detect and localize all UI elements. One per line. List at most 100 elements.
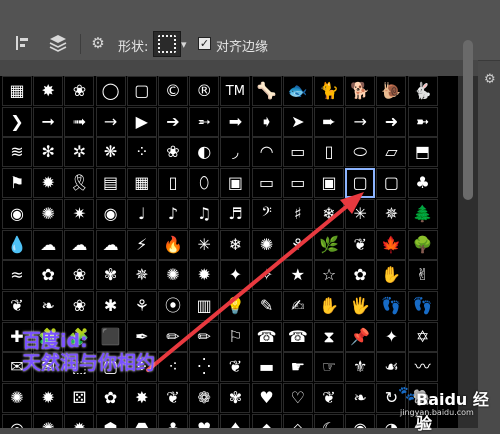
arrange-layers-icon[interactable] (44, 30, 72, 56)
shape-cell[interactable]: 🐇 (407, 76, 438, 106)
shape-cell[interactable]: ◇ (282, 413, 313, 428)
panel-gear-icon[interactable]: ⚙ (484, 72, 496, 87)
shape-cell[interactable]: ★ (282, 260, 313, 291)
shape-cell[interactable]: ✸ (126, 383, 157, 413)
shape-cell[interactable]: 🌿 (314, 229, 344, 260)
shape-cell[interactable]: ❀ (64, 260, 95, 291)
shape-cell[interactable]: ✷ (64, 198, 95, 229)
shape-cell[interactable]: ➜ (376, 106, 407, 137)
shape-cell[interactable]: ⁘ (126, 137, 157, 168)
shape-cell[interactable]: ✺ (33, 413, 64, 428)
shape-cell[interactable]: ✡ (407, 321, 438, 352)
shape-cell[interactable]: 💧 (2, 229, 32, 260)
shape-cell[interactable]: ❦ (220, 352, 251, 383)
shape-cell[interactable]: 🔥 (158, 229, 188, 260)
shape-cell[interactable]: ◉ (95, 198, 126, 229)
shape-cell[interactable]: ⚘ (126, 290, 157, 321)
shape-cell[interactable]: ⚄ (64, 383, 95, 413)
shape-cell[interactable]: ® (189, 76, 220, 106)
shape-cell[interactable]: ♥ (189, 413, 220, 428)
shape-cell[interactable]: ➟ (64, 106, 95, 137)
shape-cell[interactable]: ▭ (251, 168, 282, 199)
shape-cell[interactable]: ✦ (220, 260, 251, 291)
shape-cell[interactable]: ◯ (95, 76, 126, 106)
shape-cell[interactable]: ⬭ (345, 137, 376, 168)
shape-cell[interactable]: ☆ (314, 260, 344, 291)
shape-cell[interactable]: ≈ (2, 260, 32, 291)
shape-cell[interactable]: ⦿ (158, 290, 188, 321)
shape-cell[interactable]: ✲ (64, 137, 95, 168)
shape-cell[interactable]: ❀ (64, 290, 95, 321)
shape-cell[interactable]: → (95, 106, 126, 137)
shape-cell[interactable]: ➵ (189, 106, 220, 137)
shape-cell[interactable]: ❄ (314, 198, 344, 229)
shape-cell[interactable]: ▬ (251, 352, 282, 383)
shape-cell[interactable]: 𝄢 (251, 198, 282, 229)
shape-cell[interactable]: 🌲 (407, 198, 438, 229)
scrollbar-thumb[interactable] (463, 40, 473, 200)
shape-cell[interactable]: → (345, 106, 376, 137)
shape-cell[interactable]: 💡 (220, 290, 251, 321)
shape-cell[interactable]: ❋ (95, 137, 126, 168)
shape-cell[interactable]: ✳ (345, 198, 376, 229)
shape-cell[interactable]: ⬒ (407, 137, 438, 168)
shape-cell[interactable]: ▦ (2, 76, 32, 106)
shape-cell[interactable]: ⚜ (345, 352, 376, 383)
shape-cell[interactable]: 🐟 (282, 76, 313, 106)
shape-cell[interactable]: ▯ (314, 137, 344, 168)
shape-picker[interactable] (153, 31, 181, 57)
shape-cell[interactable]: ✳ (189, 229, 220, 260)
shape-cell[interactable]: ◉ (345, 413, 376, 428)
shape-cell[interactable]: ❦ (314, 383, 344, 413)
shape-cell[interactable]: ❦ (158, 383, 188, 413)
shape-cell[interactable]: ✹ (33, 168, 64, 199)
shape-cell[interactable]: ❧ (33, 290, 64, 321)
shape-cell[interactable]: ▢ (376, 168, 407, 199)
shape-cell[interactable]: ◎ (2, 413, 32, 428)
shape-cell[interactable]: TM (220, 76, 251, 106)
shape-cell[interactable]: ♫ (189, 198, 220, 229)
shape-cell[interactable]: ⧗ (314, 321, 344, 352)
shape-cell[interactable]: ✦ (376, 321, 407, 352)
shape-cell[interactable]: ✎ (251, 290, 282, 321)
shape-cell[interactable]: ❦ (2, 290, 32, 321)
shape-cell[interactable]: ✱ (95, 290, 126, 321)
shape-cell[interactable]: ❧ (345, 383, 376, 413)
shape-cell[interactable]: 🖐 (345, 290, 376, 321)
shape-cell[interactable]: ➞ (33, 106, 64, 137)
shape-cell[interactable]: ♣ (158, 413, 188, 428)
shape-cell[interactable]: ◞ (220, 137, 251, 168)
shape-cell[interactable]: ✋ (314, 290, 344, 321)
shape-cell[interactable]: ✸ (33, 76, 64, 106)
shape-cell[interactable]: ✹ (33, 383, 64, 413)
shape-cell[interactable]: ⚑ (2, 168, 32, 199)
shape-cell[interactable]: ▱ (376, 137, 407, 168)
shape-cell[interactable]: ✺ (33, 198, 64, 229)
shape-cell[interactable]: ✺ (251, 229, 282, 260)
shape-cell[interactable]: ♡ (282, 383, 313, 413)
shape-cell[interactable]: ♬ (220, 198, 251, 229)
shape-cell[interactable]: 👣 (407, 290, 438, 321)
shape-cell[interactable]: ♩ (126, 198, 157, 229)
shape-cell[interactable]: ▭ (282, 137, 313, 168)
shape-cell[interactable]: ◉ (2, 198, 32, 229)
align-edges-checkbox[interactable]: ✓ (198, 37, 211, 50)
shape-cell[interactable]: ▥ (189, 290, 220, 321)
shape-cell[interactable]: ♯ (282, 198, 313, 229)
shape-cell[interactable]: ❯ (2, 106, 32, 137)
shape-cell[interactable]: ✾ (95, 260, 126, 291)
shape-cell[interactable]: ▢ (126, 76, 157, 106)
shape-cell[interactable]: ⁖ (158, 352, 188, 383)
shape-cell[interactable]: ♣ (407, 168, 438, 199)
shape-cell[interactable]: ✿ (95, 383, 126, 413)
shape-cell[interactable]: 🐈 (314, 76, 344, 106)
shape-cell[interactable]: ☁ (64, 229, 95, 260)
shape-cell[interactable]: ✵ (126, 260, 157, 291)
shape-cell[interactable]: ▶ (126, 106, 157, 137)
shape-cell[interactable]: ➤ (282, 106, 313, 137)
shape-cell[interactable]: ☙ (376, 352, 407, 383)
shape-cell[interactable]: ➧ (251, 106, 282, 137)
shape-cell[interactable]: 🦴 (251, 76, 282, 106)
shape-cell[interactable]: 📌 (345, 321, 376, 352)
shape-cell[interactable]: ✋ (376, 260, 407, 291)
